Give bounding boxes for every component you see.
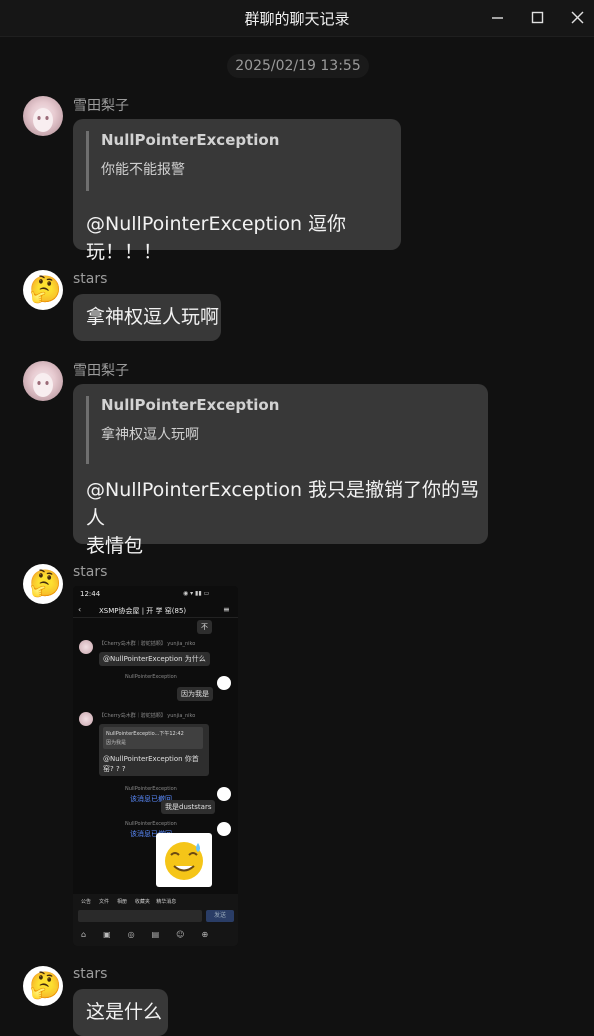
avatar [217, 676, 231, 690]
message-text: @NullPointerException 逗你玩！！！ [86, 213, 347, 263]
sender-line: NullPointerException [125, 674, 177, 680]
message-text: 拿神权逗人玩啊 [86, 306, 220, 328]
quote-sender: NullPointerException [101, 396, 280, 414]
message-line: @NullPointerException 我只是撤销了你的骂人 [86, 479, 480, 529]
message-text: @NullPointerException 我只是撤销了你的骂人 表情包 [86, 476, 488, 560]
avatar[interactable] [23, 96, 63, 136]
inner-quote: NullPointerExceptio...下午12:42 因为我是 [103, 727, 203, 749]
chat-bubble: 不 [197, 620, 212, 634]
quote-sender: NullPointerException [101, 131, 280, 149]
quote-text: 拿神权逗人玩啊 [101, 427, 199, 443]
message-bubble[interactable]: NullPointerException 你能不能报警 @NullPointer… [73, 119, 401, 263]
chat-bubble: 因为我是 [177, 687, 213, 701]
minimize-icon[interactable] [488, 8, 508, 28]
quoted-bubble: NullPointerExceptio...下午12:42 因为我是 @Null… [99, 724, 209, 776]
back-icon: ‹ [78, 605, 82, 614]
bottom-icons: ⌂▣◎▤☺⊕ [81, 930, 226, 939]
avatar[interactable] [23, 361, 63, 401]
thinking-face-icon: 🤔 [29, 275, 62, 305]
sender-name: stars [73, 271, 108, 287]
close-icon[interactable] [568, 8, 588, 28]
message-bubble[interactable]: NullPointerException 拿神权逗人玩啊 @NullPointe… [73, 384, 488, 557]
message-text: 这是什么 [86, 1001, 163, 1023]
message-line: 表情包 [86, 535, 144, 557]
sweating-face-icon [165, 842, 203, 880]
input-panel: 公告 文件 相册 收藏夹 精华消息 发送 ⌂▣◎▤☺⊕ [73, 894, 238, 946]
avatar [217, 787, 231, 801]
quoted-message[interactable]: NullPointerException 拿神权逗人玩啊 [86, 396, 279, 464]
thinking-face-icon: 🤔 [29, 971, 62, 1001]
status-icons: ◉ ▾ ▮▮ ▭ [183, 590, 210, 597]
chat-bubble: @NullPointerException 为什么 [99, 652, 210, 666]
thinking-face-icon: 🤔 [29, 569, 62, 599]
message-bubble[interactable]: 拿神权逗人玩啊 [73, 294, 221, 341]
sender-line: 【Cherry岛木群｜碧蛇插颗】 yunjia_niko [99, 641, 196, 647]
avatar[interactable]: 🤔 [23, 564, 63, 604]
title-bar: 群聊的聊天记录 [0, 0, 594, 37]
sender-line: NullPointerException [125, 821, 177, 827]
sender-name: 雪田梨子 [73, 98, 129, 114]
status-time: 12:44 [80, 590, 101, 598]
quote-text: 你能不能报警 [101, 162, 185, 178]
avatar[interactable]: 🤔 [23, 966, 63, 1006]
avatar [217, 822, 231, 836]
tool-row: 公告 文件 相册 收藏夹 精华消息 [81, 899, 177, 905]
avatar [79, 640, 93, 654]
sender-name: stars [73, 966, 108, 982]
chat-title: XSMP协会屋 | 开 学 窑(85) [99, 607, 187, 615]
sender-name: 雪田梨子 [73, 363, 129, 379]
bubble-text: @NullPointerException 你首 [103, 755, 199, 763]
menu-icon: ≡ [223, 605, 230, 614]
quote-body: 因为我是 [106, 740, 127, 746]
sticker-image [156, 833, 212, 887]
image-attachment[interactable]: 12:44 ◉ ▾ ▮▮ ▭ ‹ XSMP协会屋 | 开 学 窑(85) ≡ 不… [73, 586, 238, 946]
bubble-text: 窑? ? ? [103, 765, 126, 773]
divider [73, 617, 238, 618]
avatar[interactable]: 🤔 [23, 270, 63, 310]
chat-bubble: 我是duststars [161, 800, 216, 814]
sender-line: 【Cherry岛木群｜碧蛇插颗】 yunjia_niko [99, 713, 196, 719]
sender-line: NullPointerException [125, 786, 177, 792]
sender-name: stars [73, 564, 108, 580]
quoted-message[interactable]: NullPointerException 你能不能报警 [86, 131, 279, 191]
maximize-icon[interactable] [528, 8, 548, 28]
avatar [79, 712, 93, 726]
text-input [78, 910, 202, 922]
send-button: 发送 [206, 910, 234, 922]
date-separator: 2025/02/19 13:55 [227, 54, 369, 78]
message-bubble[interactable]: 这是什么 [73, 989, 168, 1036]
quote-head: NullPointerExceptio...下午12:42 [106, 731, 184, 737]
